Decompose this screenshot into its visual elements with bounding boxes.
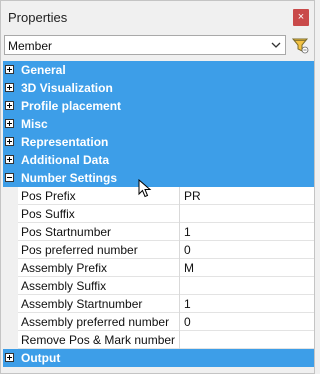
row-gutter: [3, 313, 18, 331]
property-row[interactable]: Pos preferred number 0: [3, 241, 314, 259]
property-row[interactable]: Assembly Suffix: [3, 277, 314, 295]
property-value[interactable]: PR: [184, 189, 201, 203]
category-label: Additional Data: [21, 153, 110, 167]
property-name: Assembly preferred number: [21, 315, 170, 329]
property-name: Remove Pos & Mark number histo: [21, 333, 179, 347]
property-value[interactable]: 0: [184, 243, 191, 257]
toolbar: Member: [1, 34, 314, 58]
property-name: Pos preferred number: [21, 243, 138, 257]
property-name: Pos Prefix: [21, 189, 76, 203]
property-name: Assembly Prefix: [21, 261, 108, 275]
category-row[interactable]: General: [3, 61, 314, 79]
expand-icon[interactable]: [5, 101, 14, 110]
category-row[interactable]: Number Settings: [3, 169, 314, 187]
property-row[interactable]: Assembly Startnumber 1: [3, 295, 314, 313]
window-title: Properties: [8, 10, 68, 25]
category-row[interactable]: 3D Visualization: [3, 79, 314, 97]
row-gutter: [3, 241, 18, 259]
property-value[interactable]: M: [184, 261, 194, 275]
category-row[interactable]: Misc: [3, 115, 314, 133]
expand-icon[interactable]: [5, 155, 14, 164]
property-row[interactable]: Pos Startnumber 1: [3, 223, 314, 241]
column-divider[interactable]: [179, 259, 180, 277]
row-gutter: [3, 331, 18, 349]
expand-icon[interactable]: [5, 119, 14, 128]
property-row[interactable]: Assembly Prefix M: [3, 259, 314, 277]
column-divider[interactable]: [179, 205, 180, 223]
category-label: Output: [21, 351, 61, 365]
category-label: Representation: [21, 135, 109, 149]
expand-icon[interactable]: [5, 83, 14, 92]
column-divider[interactable]: [179, 331, 180, 349]
row-gutter: [3, 295, 18, 313]
property-name: Assembly Startnumber: [21, 297, 143, 311]
category-label: General: [21, 63, 66, 77]
filter-icon[interactable]: [291, 36, 309, 54]
property-value[interactable]: 1: [184, 225, 191, 239]
property-name: Pos Startnumber: [21, 225, 112, 239]
property-name: Assembly Suffix: [21, 279, 107, 293]
category-row[interactable]: Additional Data: [3, 151, 314, 169]
column-divider[interactable]: [179, 277, 180, 295]
category-label: 3D Visualization: [21, 81, 113, 95]
category-label: Misc: [21, 117, 48, 131]
property-value[interactable]: 1: [184, 297, 191, 311]
expand-icon[interactable]: [5, 65, 14, 74]
row-gutter: [3, 277, 18, 295]
property-name: Pos Suffix: [21, 207, 75, 221]
row-gutter: [3, 187, 18, 205]
property-value[interactable]: 0: [184, 315, 191, 329]
category-row[interactable]: Output: [3, 349, 314, 367]
row-gutter: [3, 205, 18, 223]
category-row[interactable]: Representation: [3, 133, 314, 151]
row-gutter: [3, 259, 18, 277]
property-row[interactable]: Pos Prefix PR: [3, 187, 314, 205]
expand-icon[interactable]: [5, 137, 14, 146]
expand-icon[interactable]: [5, 353, 14, 362]
chevron-down-icon: [271, 42, 281, 48]
property-row[interactable]: Pos Suffix: [3, 205, 314, 223]
category-label: Number Settings: [21, 171, 118, 185]
column-divider[interactable]: [179, 187, 180, 205]
mouse-cursor-icon: [138, 179, 152, 198]
title-bar: Properties ×: [1, 1, 314, 34]
column-divider[interactable]: [179, 295, 180, 313]
category-label: Profile placement: [21, 99, 122, 113]
property-grid: General 3D Visualization Profile placement…: [3, 61, 314, 367]
close-button[interactable]: ×: [293, 9, 309, 26]
property-row[interactable]: Remove Pos & Mark number histo: [3, 331, 314, 349]
object-type-select[interactable]: Member: [4, 35, 286, 55]
column-divider[interactable]: [179, 313, 180, 331]
collapse-icon[interactable]: [5, 173, 14, 182]
property-row[interactable]: Assembly preferred number 0: [3, 313, 314, 331]
category-row[interactable]: Profile placement: [3, 97, 314, 115]
column-divider[interactable]: [179, 223, 180, 241]
column-divider[interactable]: [179, 241, 180, 259]
row-gutter: [3, 223, 18, 241]
properties-window: Properties × Member General 3D Visualizat…: [0, 0, 315, 374]
object-type-value: Member: [8, 39, 53, 53]
